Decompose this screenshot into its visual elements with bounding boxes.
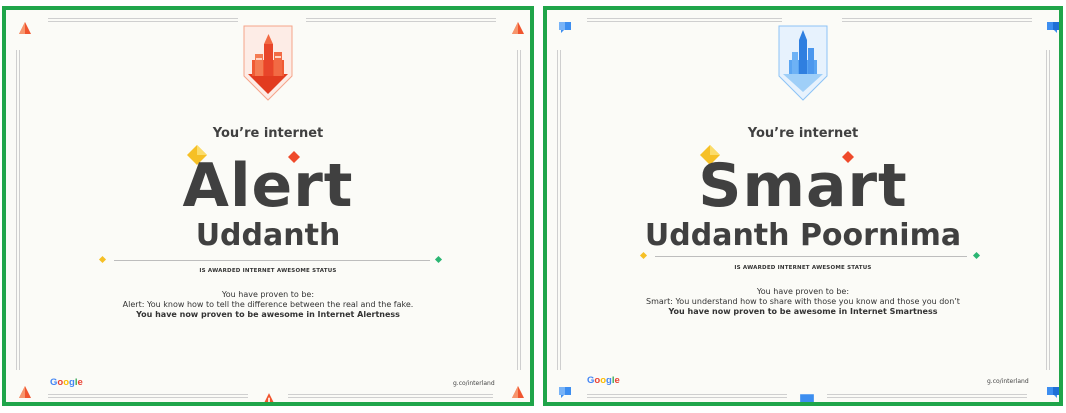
frame-line xyxy=(288,394,493,395)
proven-intro: You have proven to be: xyxy=(756,287,850,296)
green-gem-icon xyxy=(434,255,443,264)
google-logo: Google xyxy=(50,377,83,388)
yellow-gem-icon xyxy=(98,255,107,264)
url-text: g.co/interland xyxy=(453,380,495,387)
quality-title: Smart xyxy=(698,151,908,221)
proven-detail: Smart: You understand how to share with … xyxy=(646,297,960,306)
frame-line xyxy=(48,394,248,395)
recipient-name: Uddanth xyxy=(195,218,341,253)
green-gem-icon xyxy=(972,251,981,260)
proven-intro: You have proven to be: xyxy=(221,290,315,299)
yellow-gem-icon xyxy=(639,251,648,260)
divider xyxy=(114,260,430,261)
divider xyxy=(655,256,967,257)
url-text: g.co/interland xyxy=(987,378,1029,385)
frame-line xyxy=(288,397,493,398)
heading: You’re internet xyxy=(212,126,324,141)
blue-speech-bubble-icon xyxy=(559,22,571,33)
frame-line xyxy=(587,397,787,398)
red-triangle-icon xyxy=(19,22,31,34)
status-text: IS AWARDED INTERNET AWESOME STATUS xyxy=(734,265,872,271)
red-triangle-icon xyxy=(264,393,274,402)
recipient-name: Uddanth Poornima xyxy=(644,218,962,253)
red-triangle-icon xyxy=(512,386,524,398)
blue-speech-bubble-icon xyxy=(800,394,814,402)
heading: You’re internet xyxy=(747,126,859,141)
certificate-smart: You’re internet Smart Uddanth Poornima I… xyxy=(543,6,1063,406)
frame-line xyxy=(48,18,238,19)
blue-speech-bubble-icon xyxy=(1047,387,1059,398)
blue-tower-badge-icon xyxy=(778,25,828,101)
red-triangle-icon xyxy=(512,22,524,34)
google-logo: Google xyxy=(587,375,620,386)
proven-summary: You have now proven to be awesome in Int… xyxy=(136,310,400,319)
frame-line xyxy=(587,394,787,395)
frame-line xyxy=(827,394,1027,395)
blue-speech-bubble-icon xyxy=(559,387,571,398)
red-tower-badge-icon xyxy=(243,25,293,101)
frame-line xyxy=(842,18,1032,19)
frame-line xyxy=(842,21,1032,22)
red-triangle-icon xyxy=(19,386,31,398)
frame-line xyxy=(587,21,782,22)
frame-line xyxy=(306,18,496,19)
frame-line xyxy=(587,18,782,19)
status-text: IS AWARDED INTERNET AWESOME STATUS xyxy=(199,268,337,274)
frame-line xyxy=(827,397,1027,398)
quality-title: Alert xyxy=(182,151,354,221)
proven-summary: You have now proven to be awesome in Int… xyxy=(668,307,938,316)
frame-line xyxy=(48,21,238,22)
blue-speech-bubble-icon xyxy=(1047,22,1059,33)
certificate-alert: You’re internet Alert Uddanth IS AWARDED… xyxy=(2,6,534,406)
proven-detail: Alert: You know how to tell the differen… xyxy=(122,300,414,309)
frame-line xyxy=(306,21,496,22)
frame-line xyxy=(48,397,248,398)
